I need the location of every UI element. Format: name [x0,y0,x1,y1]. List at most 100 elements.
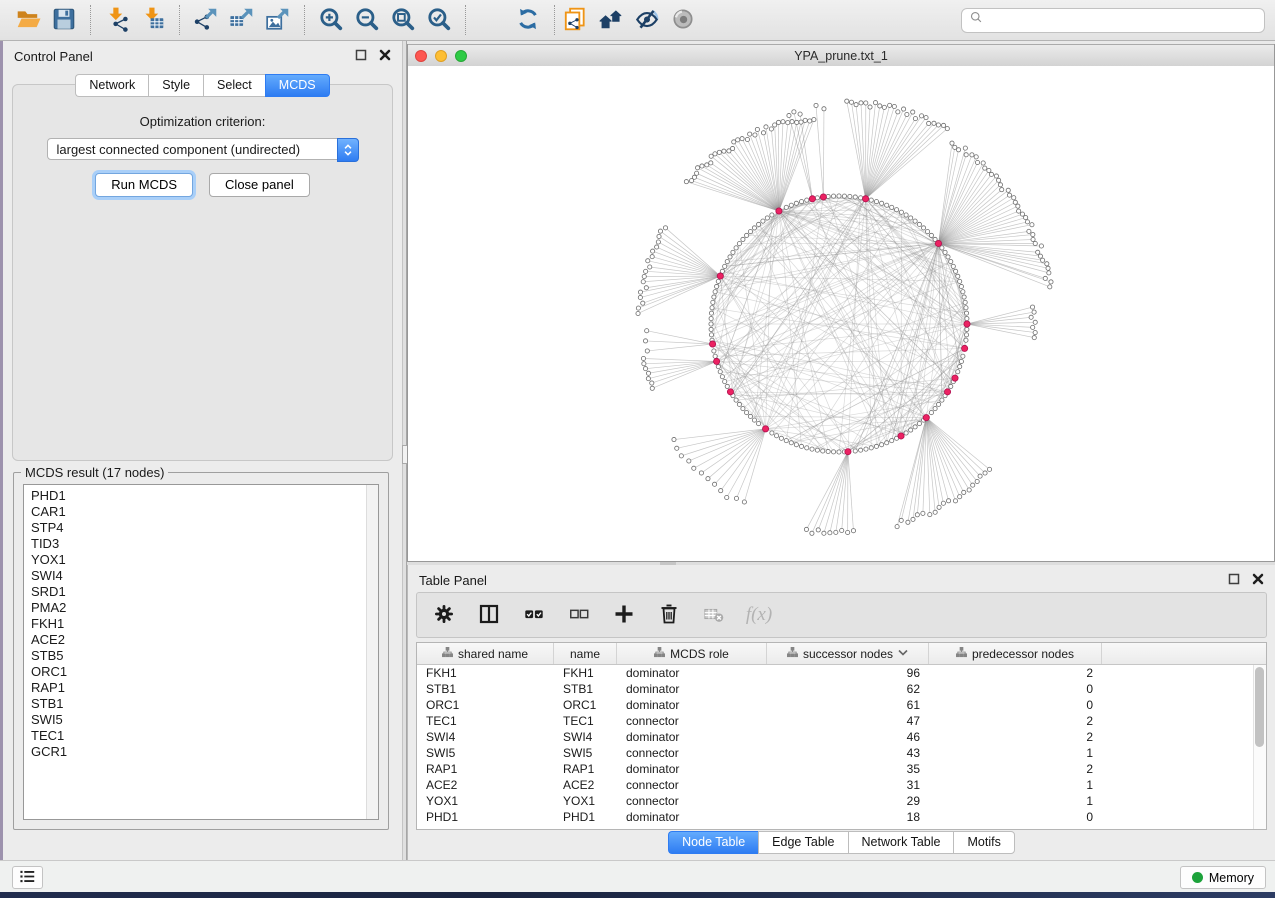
tab-style[interactable]: Style [148,74,203,97]
toolbar-zoom-selected-button[interactable] [421,4,457,36]
search-input[interactable] [989,12,1257,28]
mcds-result-item[interactable]: STB5 [24,648,378,664]
table-select-all-button[interactable] [520,601,548,629]
float-panel-icon[interactable] [355,49,367,64]
toolbar-zoom-fit-button[interactable] [385,4,421,36]
mcds-result-item[interactable]: STB1 [24,696,378,712]
memory-button[interactable]: Memory [1180,866,1266,889]
toolbar-zoom-in-button[interactable] [313,4,349,36]
mcds-result-item[interactable]: RAP1 [24,680,378,696]
column-header-MCDS-role[interactable]: MCDS role [617,643,767,664]
mcds-result-item[interactable]: SRD1 [24,584,378,600]
mcds-result-item[interactable]: PMA2 [24,600,378,616]
mcds-result-item[interactable]: ORC1 [24,664,378,680]
show-panels-button[interactable] [12,866,43,889]
graph-leaf-node [1033,241,1037,245]
table-row[interactable]: PHD1PHD1dominator180 [417,809,1266,825]
mcds-result-item[interactable]: SWI5 [24,712,378,728]
tab-motifs[interactable]: Motifs [953,831,1014,854]
tab-mcds[interactable]: MCDS [265,74,330,97]
graph-leaf-node [937,505,941,509]
tab-select[interactable]: Select [203,74,265,97]
toolbar-export-image-button[interactable] [260,4,296,36]
mcds-node[interactable] [952,375,958,381]
mcds-node[interactable] [776,208,782,214]
mcds-node[interactable] [845,449,851,455]
tab-network[interactable]: Network [75,74,148,97]
mcds-node[interactable] [727,389,733,395]
maximize-window-icon[interactable] [455,50,467,62]
toolbar-refresh-button[interactable] [510,4,546,36]
table-row[interactable]: YOX1YOX1connector291 [417,793,1266,809]
tab-network-table[interactable]: Network Table [848,831,954,854]
result-list-scrollbar[interactable] [366,485,378,819]
mcds-node[interactable] [964,321,970,327]
mcds-result-item[interactable]: GCR1 [24,744,378,760]
close-panel-icon[interactable] [1252,573,1264,588]
mcds-result-item[interactable]: TEC1 [24,728,378,744]
tab-node-table[interactable]: Node Table [668,831,758,854]
table-settings-button[interactable] [430,601,458,629]
table-add-column-button[interactable] [610,601,638,629]
toolbar-clone-network-button[interactable] [557,4,593,36]
mcds-result-item[interactable]: STP4 [24,520,378,536]
float-panel-icon[interactable] [1228,573,1240,588]
mcds-result-item[interactable]: CAR1 [24,504,378,520]
run-mcds-button[interactable]: Run MCDS [95,173,193,197]
mcds-node[interactable] [820,194,826,200]
mcds-result-item[interactable]: SWI4 [24,568,378,584]
toolbar-hide-graphics-details-button[interactable] [629,4,665,36]
mcds-node[interactable] [713,358,719,364]
mcds-result-item[interactable]: ACE2 [24,632,378,648]
toolbar-zoom-out-button[interactable] [349,4,385,36]
mcds-result-item[interactable]: PHD1 [24,488,378,504]
table-row[interactable]: TEC1TEC1connector472 [417,713,1266,729]
toolbar-import-network-button[interactable] [99,4,135,36]
mcds-node[interactable] [944,389,950,395]
close-panel-icon[interactable] [379,49,391,64]
table-row[interactable]: ACE2ACE2connector311 [417,777,1266,793]
tab-edge-table[interactable]: Edge Table [758,831,847,854]
column-header-predecessor-nodes[interactable]: predecessor nodes [929,643,1102,664]
table-row[interactable]: ORC1ORC1dominator610 [417,697,1266,713]
table-scrollbar[interactable] [1253,665,1266,829]
close-window-icon[interactable] [415,50,427,62]
mcds-result-item[interactable]: TID3 [24,536,378,552]
close-panel-button[interactable]: Close panel [209,173,310,197]
mcds-node[interactable] [923,415,929,421]
scrollbar-thumb[interactable] [1255,667,1264,747]
table-row[interactable]: SWI4SWI4dominator462 [417,729,1266,745]
mcds-node[interactable] [717,273,723,279]
mcds-node[interactable] [935,240,941,246]
toolbar-export-network-button[interactable] [188,4,224,36]
mcds-node[interactable] [809,196,815,202]
toolbar-open-file-button[interactable] [10,4,46,36]
table-row[interactable]: RAP1RAP1dominator352 [417,761,1266,777]
column-header-name[interactable]: name [554,643,617,664]
table-row[interactable]: STB1STB1dominator620 [417,681,1266,697]
toolbar-show-graphics-details-button[interactable] [665,4,701,36]
column-header-shared-name[interactable]: shared name [417,643,554,664]
mcds-node[interactable] [863,196,869,202]
toolbar-export-table-button[interactable] [224,4,260,36]
table-unselect-all-button[interactable] [565,601,593,629]
mcds-node[interactable] [709,341,715,347]
toolbar-save-session-button[interactable] [46,4,82,36]
table-column-view-button[interactable] [475,601,503,629]
table-row[interactable]: SWI5SWI5connector431 [417,745,1266,761]
table-delete-column-button[interactable] [655,601,683,629]
network-window-titlebar[interactable]: YPA_prune.txt_1 [408,44,1274,67]
mcds-node[interactable] [898,433,904,439]
network-canvas[interactable] [408,66,1274,560]
toolbar-network-overview-button[interactable] [593,4,629,36]
network-window-title: YPA_prune.txt_1 [408,49,1274,63]
criterion-select[interactable]: largest connected component (undirected) [47,138,359,160]
minimize-window-icon[interactable] [435,50,447,62]
mcds-result-item[interactable]: YOX1 [24,552,378,568]
mcds-node[interactable] [962,345,968,351]
column-header-successor-nodes[interactable]: successor nodes [767,643,929,664]
mcds-result-item[interactable]: FKH1 [24,616,378,632]
table-row[interactable]: FKH1FKH1dominator962 [417,665,1266,681]
mcds-node[interactable] [762,426,768,432]
toolbar-import-table-button[interactable] [135,4,171,36]
